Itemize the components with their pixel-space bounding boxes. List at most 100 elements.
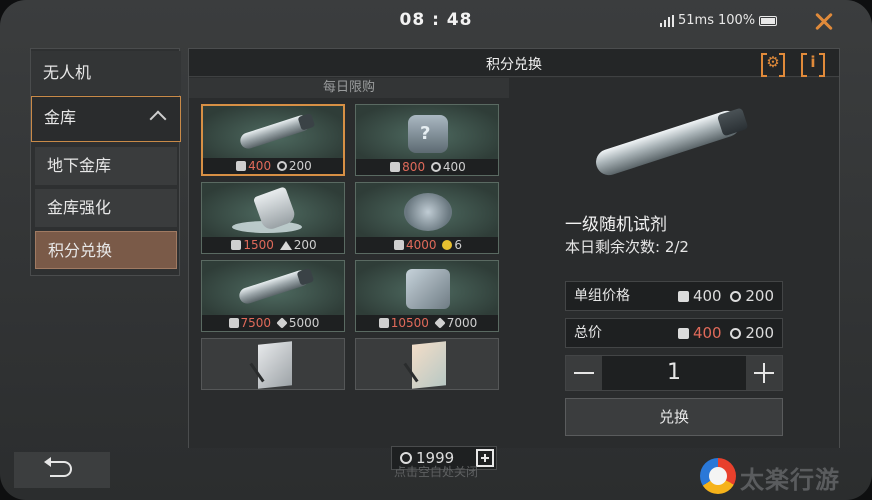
decrease-button[interactable] (566, 356, 602, 390)
chevron-up-icon (149, 110, 167, 128)
item-art (202, 261, 344, 316)
sidebar-item-vault[interactable]: 金库 (31, 96, 181, 142)
cube-icon (276, 317, 288, 329)
status-indicators: 51ms 100% (660, 13, 778, 28)
game-screen: 08 : 48 51ms 100% 无人机 金库 地下金库 金库强化 积分兑换 … (0, 0, 872, 500)
metal-safe-icon (406, 269, 450, 309)
serum-tube-icon (238, 113, 312, 151)
serum-tube-icon (592, 107, 744, 179)
gear-icon[interactable]: ⚙ (761, 53, 785, 77)
watermark-text: 太楽行游 (740, 465, 840, 494)
cube-icon (434, 317, 446, 329)
cost-b: 6 (454, 238, 462, 252)
chip-icon (236, 161, 247, 171)
unit-price-value: 400 200 (674, 282, 774, 310)
star-icon (442, 240, 453, 250)
shop-card[interactable]: 4000 6 (355, 182, 499, 254)
item-detail: 一级随机试剂 本日剩余次数: 2/2 单组价格 400 200 总价 400 2… (509, 78, 839, 448)
item-name: 一级随机试剂 (565, 215, 667, 235)
signal-icon (660, 14, 674, 27)
battery-text: 100% (717, 13, 756, 28)
watermark: 太楽行游 (700, 456, 860, 496)
item-art (356, 261, 498, 316)
panel-title: 积分兑换 (486, 57, 542, 73)
item-art (202, 339, 344, 389)
chip-icon (390, 162, 401, 172)
total-price-value: 400 200 (674, 319, 774, 347)
cost-a: 7500 (240, 316, 272, 330)
total-price-label: 总价 (574, 325, 602, 341)
watermark-logo-icon (700, 458, 736, 494)
increase-button[interactable] (746, 356, 782, 390)
shop-card[interactable]: 7500 5000 (201, 260, 345, 332)
card-price: 10500 7000 (356, 315, 498, 331)
coin-icon (730, 328, 742, 339)
sidebar-item-underground-vault[interactable]: 地下金库 (35, 147, 177, 185)
panel-header: 积分兑换 ⚙ i (189, 49, 839, 77)
chip-icon (228, 318, 239, 328)
shop-card[interactable]: 1500 200 (201, 182, 345, 254)
shop-card[interactable] (201, 338, 345, 390)
unit-price-a: 400 (692, 287, 722, 305)
total-price-row: 总价 400 200 (565, 318, 783, 348)
unit-price-label: 单组价格 (574, 288, 630, 304)
exchange-panel: 积分兑换 ⚙ i 每日限购 400 200 800 400 (188, 48, 840, 470)
item-art (356, 339, 498, 389)
sidebar-item-vault-label: 金库 (44, 108, 77, 127)
exchange-button[interactable]: 兑换 (565, 398, 783, 436)
cost-b: 5000 (288, 316, 320, 330)
unit-price-b: 200 (745, 287, 774, 305)
coin-icon (730, 291, 742, 302)
chip-icon (677, 328, 689, 339)
shop-card[interactable]: 400 200 (201, 104, 345, 176)
unit-price-row: 单组价格 400 200 (565, 281, 783, 311)
gear-chest-icon (404, 193, 452, 231)
cost-b: 200 (293, 238, 317, 252)
shop-card[interactable] (355, 338, 499, 390)
cost-b: 400 (442, 160, 466, 174)
quantity-value[interactable]: 1 (602, 356, 746, 390)
battery-icon (759, 15, 778, 26)
sidebar-item-drone[interactable]: 无人机 (31, 51, 181, 95)
status-bar: 08 : 48 51ms 100% (0, 0, 872, 42)
info-icon[interactable]: i (801, 53, 825, 77)
card-price: 400 200 (203, 158, 343, 174)
chip-icon (677, 291, 689, 302)
chip-icon (378, 318, 389, 328)
shop-grid-area: 每日限购 400 200 800 400 (189, 78, 509, 470)
sidebar-item-vault-upgrade[interactable]: 金库强化 (35, 189, 177, 227)
coin-icon (276, 161, 287, 171)
shop-card[interactable]: 800 400 (355, 104, 499, 176)
cost-b: 7000 (446, 316, 478, 330)
chip-icon (393, 240, 404, 250)
item-art (203, 106, 343, 161)
quantity-stepper: 1 (565, 355, 783, 391)
gold-icon (279, 241, 292, 250)
coin-icon (430, 162, 441, 172)
card-price: 4000 6 (356, 237, 498, 253)
total-b: 200 (745, 324, 774, 342)
remaining-count: 本日剩余次数: 2/2 (565, 238, 689, 256)
mystery-safe-icon (408, 115, 448, 153)
cost-a: 400 (248, 159, 272, 173)
total-a: 400 (692, 324, 722, 342)
cost-a: 4000 (405, 238, 437, 252)
cost-b: 200 (288, 159, 312, 173)
shop-card[interactable]: 10500 7000 (355, 260, 499, 332)
chip-icon (231, 240, 242, 250)
cost-a: 800 (402, 160, 426, 174)
card-price: 1500 200 (202, 237, 344, 253)
item-art (356, 105, 498, 160)
cost-a: 10500 (390, 316, 429, 330)
sidebar: 无人机 金库 地下金库 金库强化 积分兑换 (30, 48, 181, 276)
sidebar-item-points-exchange[interactable]: 积分兑换 (35, 231, 177, 269)
item-art (202, 183, 344, 238)
serum-tube-icon (237, 268, 311, 306)
network-latency: 51ms (678, 13, 714, 28)
daily-limit-label: 每日限购 (189, 78, 509, 98)
item-art (356, 183, 498, 238)
cost-a: 1500 (243, 238, 274, 252)
card-price: 800 400 (356, 159, 498, 175)
item-preview (592, 107, 744, 179)
close-icon[interactable] (810, 8, 838, 36)
